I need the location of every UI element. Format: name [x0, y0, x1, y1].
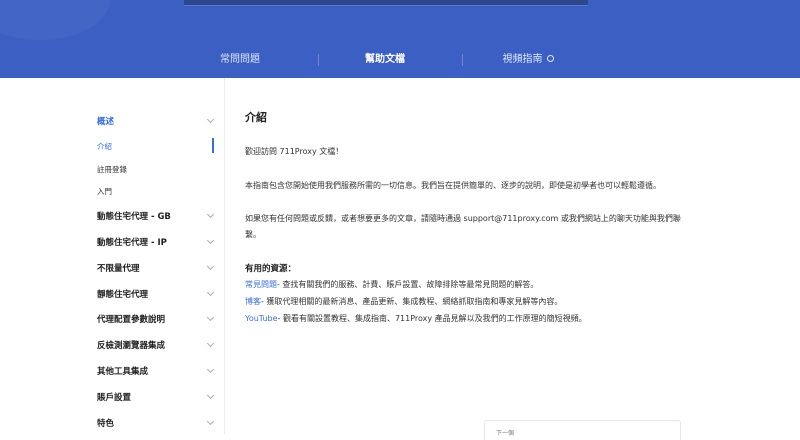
sidebar-subitem-register[interactable]: 註冊登錄 [97, 164, 127, 175]
sidebar-subitem-getting-started[interactable]: 入門 [97, 186, 112, 197]
chevron-down-icon [206, 339, 215, 348]
contact-text: 如果您有任何問題或反饋，或者想要更多的文章，請隨時通過 support@711p… [245, 214, 681, 239]
sidebar-item-unlimited[interactable]: 不限量代理 [97, 258, 215, 278]
chevron-down-icon [206, 391, 215, 400]
youtube-link[interactable]: YouTube [245, 314, 278, 323]
chevron-down-icon [206, 210, 215, 219]
resource-youtube: YouTube- 觀看有關設置教程、集成指南、711Proxy 產品見解以及我們… [245, 314, 587, 323]
tab-video-guide[interactable]: 視頻指南 [478, 46, 578, 74]
sidebar-item-other-tools[interactable]: 其他工具集成 [97, 361, 215, 381]
next-page-button[interactable]: 下一個 [484, 420, 681, 440]
intro-text: 本指南包含您開始使用我們服務所需的一切信息。我們旨在提供簡單的、逐步的說明，即使… [245, 181, 661, 190]
chevron-down-icon [206, 313, 215, 322]
active-indicator [212, 138, 214, 153]
chevron-down-icon [206, 115, 215, 124]
chevron-down-icon [206, 288, 215, 297]
sidebar-item-dynamic-ip[interactable]: 動態住宅代理 - IP [97, 232, 215, 252]
sidebar-item-overview[interactable]: 概述 [97, 111, 215, 131]
sidebar-item-proxy-config[interactable]: 代理配置參數說明 [97, 309, 215, 329]
sidebar-subitem-intro[interactable]: 介紹 [97, 141, 112, 152]
external-link-icon [546, 55, 554, 62]
tab-divider [462, 54, 463, 66]
tab-faq[interactable]: 常問問題 [190, 46, 290, 74]
resource-faq: 常見問題- 查找有關我們的服務、計費、賬戶設置、故障排除等最常見問題的解答。 [245, 280, 539, 289]
tab-divider [318, 54, 319, 66]
sidebar-item-static[interactable]: 靜態住宅代理 [97, 284, 215, 304]
page-title: 介紹 [245, 111, 267, 124]
doc-tabs: 常問問題 幫助文檔 視頻指南 [0, 46, 800, 74]
chevron-down-icon [206, 236, 215, 245]
resources-title: 有用的資源： [245, 264, 297, 274]
sidebar-item-features[interactable]: 特色 [97, 413, 215, 433]
sidebar-item-account[interactable]: 賬戶設置 [97, 387, 215, 407]
chevron-down-icon [206, 417, 215, 426]
sidebar-item-antidetect[interactable]: 反檢測瀏覽器集成 [97, 335, 215, 355]
sidebar-item-dynamic-gb[interactable]: 動態住宅代理 - GB [97, 206, 215, 226]
chevron-down-icon [206, 262, 215, 271]
banner-decoration [0, 0, 110, 40]
resource-blog: 博客- 獲取代理相關的最新消息、產品更新、集成教程、網絡抓取指南和專家見解等內容… [245, 297, 563, 306]
header-banner: 常問問題 幫助文檔 視頻指南 [0, 0, 800, 78]
blog-link[interactable]: 博客 [245, 297, 261, 306]
faq-link[interactable]: 常見問題 [245, 280, 277, 289]
welcome-text: 歡迎訪問 711Proxy 文檔！ [245, 147, 344, 156]
banner-card [184, 0, 588, 6]
tab-help-docs[interactable]: 幫助文檔 [335, 46, 435, 74]
chevron-down-icon [206, 365, 215, 374]
